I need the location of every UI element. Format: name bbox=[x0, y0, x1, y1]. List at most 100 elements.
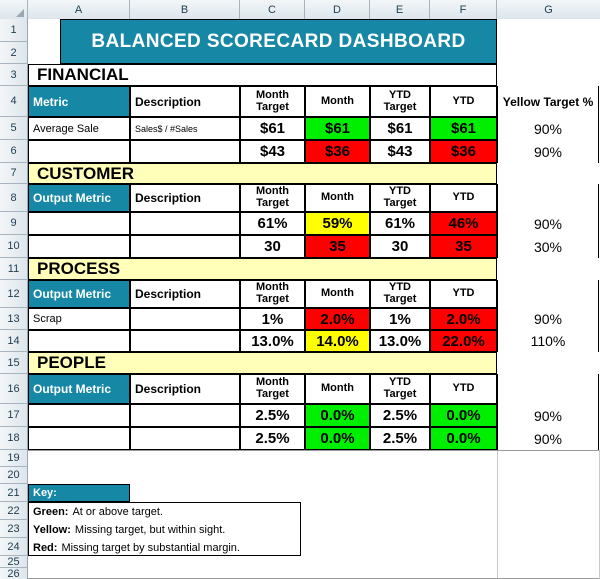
table-cell-description[interactable] bbox=[130, 212, 240, 235]
table-cell-ytd-target[interactable]: 2.5% bbox=[370, 404, 430, 427]
table-cell-ytd-target[interactable]: 1% bbox=[370, 308, 430, 330]
column-header-e[interactable]: E bbox=[370, 0, 430, 19]
row-header-4[interactable]: 4 bbox=[0, 86, 28, 117]
row-header-14[interactable]: 14 bbox=[0, 330, 28, 352]
table-cell-month[interactable]: 0.0% bbox=[305, 404, 370, 427]
table-cell-ytd[interactable]: 0.0% bbox=[430, 404, 497, 427]
table-cell-month-target[interactable]: 30 bbox=[240, 235, 305, 258]
row-header-25[interactable]: 25 bbox=[0, 556, 28, 568]
row-header-9[interactable]: 9 bbox=[0, 212, 28, 235]
row-header-13[interactable]: 13 bbox=[0, 308, 28, 330]
table-cell-month-target[interactable]: 13.0% bbox=[240, 330, 305, 352]
row-header-3[interactable]: 3 bbox=[0, 64, 28, 86]
row-header-10[interactable]: 10 bbox=[0, 235, 28, 258]
row-header-20[interactable]: 20 bbox=[0, 467, 28, 484]
table-cell-ytd[interactable]: 0.0% bbox=[430, 427, 497, 450]
table-cell-month-target[interactable]: 61% bbox=[240, 212, 305, 235]
table-cell-month[interactable]: 35 bbox=[305, 235, 370, 258]
cell-text: $36 bbox=[450, 143, 477, 160]
table-cell-ytd[interactable]: $36 bbox=[430, 140, 497, 163]
column-header-c[interactable]: C bbox=[240, 0, 305, 19]
table-cell-metric[interactable] bbox=[28, 140, 130, 163]
column-header-d[interactable]: D bbox=[305, 0, 370, 19]
row-header-21[interactable]: 21 bbox=[0, 484, 28, 502]
table-cell-ytd-target[interactable]: 13.0% bbox=[370, 330, 430, 352]
table-cell-month[interactable]: 0.0% bbox=[305, 427, 370, 450]
column-header-g[interactable]: G bbox=[497, 0, 600, 19]
select-all-corner[interactable] bbox=[0, 0, 28, 19]
section-band-financial: FINANCIAL bbox=[28, 64, 497, 86]
table-cell-month-target[interactable]: $61 bbox=[240, 117, 305, 140]
column-header-b-span[interactable]: B bbox=[130, 0, 240, 19]
table-cell-metric[interactable] bbox=[28, 235, 130, 258]
table-cell-ytd[interactable]: 22.0% bbox=[430, 330, 497, 352]
table-cell-description[interactable] bbox=[130, 427, 240, 450]
table-cell-metric[interactable]: Scrap bbox=[28, 308, 130, 330]
row-header-24[interactable]: 24 bbox=[0, 538, 28, 556]
table-cell-month[interactable]: $61 bbox=[305, 117, 370, 140]
table-cell-description[interactable] bbox=[130, 404, 240, 427]
key-entry-green-label: Green: bbox=[33, 506, 69, 518]
table-cell-description[interactable] bbox=[130, 235, 240, 258]
header-label-line2: Target bbox=[256, 197, 289, 209]
header-label: Yellow Target % bbox=[502, 94, 594, 109]
blank-cell[interactable] bbox=[497, 280, 599, 308]
table-cell-yellow-target[interactable]: 110% bbox=[497, 330, 599, 352]
table-cell-ytd[interactable]: 46% bbox=[430, 212, 497, 235]
table-cell-metric[interactable] bbox=[28, 330, 130, 352]
table-cell-yellow-target[interactable]: 30% bbox=[497, 235, 599, 258]
row-header-11[interactable]: 11 bbox=[0, 258, 28, 280]
row-header-7[interactable]: 7 bbox=[0, 163, 28, 184]
row-header-6[interactable]: 6 bbox=[0, 140, 28, 163]
blank-cell[interactable] bbox=[497, 374, 599, 404]
row-header-26[interactable]: 26 bbox=[0, 568, 28, 579]
row-header-18[interactable]: 18 bbox=[0, 427, 28, 450]
table-cell-month-target[interactable]: 1% bbox=[240, 308, 305, 330]
row-header-16[interactable]: 16 bbox=[0, 374, 28, 404]
row-header-15[interactable]: 15 bbox=[0, 352, 28, 374]
column-header-a-span[interactable]: A bbox=[28, 0, 130, 19]
table-cell-ytd[interactable]: $61 bbox=[430, 117, 497, 140]
table-cell-description[interactable] bbox=[130, 140, 240, 163]
table-cell-description[interactable] bbox=[130, 308, 240, 330]
table-cell-yellow-target[interactable]: 90% bbox=[497, 117, 599, 140]
table-cell-month[interactable]: 2.0% bbox=[305, 308, 370, 330]
table-cell-ytd-target[interactable]: $61 bbox=[370, 117, 430, 140]
table-cell-yellow-target[interactable]: 90% bbox=[497, 427, 599, 450]
row-header-8[interactable]: 8 bbox=[0, 184, 28, 212]
table-cell-ytd[interactable]: 2.0% bbox=[430, 308, 497, 330]
table-cell-month-target[interactable]: $43 bbox=[240, 140, 305, 163]
table-cell-yellow-target[interactable]: 90% bbox=[497, 212, 599, 235]
table-cell-metric[interactable] bbox=[28, 212, 130, 235]
row-header-5[interactable]: 5 bbox=[0, 117, 28, 140]
table-cell-yellow-target[interactable]: 90% bbox=[497, 140, 599, 163]
column-header-f[interactable]: F bbox=[430, 0, 497, 19]
blank-cell[interactable] bbox=[497, 184, 599, 212]
row-header-19[interactable]: 19 bbox=[0, 450, 28, 467]
table-cell-month[interactable]: $36 bbox=[305, 140, 370, 163]
table-cell-month[interactable]: 59% bbox=[305, 212, 370, 235]
table-cell-month[interactable]: 14.0% bbox=[305, 330, 370, 352]
table-cell-ytd-target[interactable]: 61% bbox=[370, 212, 430, 235]
row-header-22[interactable]: 22 bbox=[0, 502, 28, 520]
row-header-2[interactable]: 2 bbox=[0, 42, 28, 64]
table-cell-description[interactable]: Sales$ / #Sales bbox=[130, 117, 240, 140]
table-cell-month-target[interactable]: 2.5% bbox=[240, 404, 305, 427]
cell-text: 90% bbox=[533, 120, 563, 137]
table-cell-yellow-target[interactable]: 90% bbox=[497, 404, 599, 427]
table-cell-yellow-target[interactable]: 90% bbox=[497, 308, 599, 330]
table-cell-month-target[interactable]: 2.5% bbox=[240, 427, 305, 450]
table-cell-ytd-target[interactable]: 30 bbox=[370, 235, 430, 258]
table-cell-ytd[interactable]: 35 bbox=[430, 235, 497, 258]
row-header-1[interactable]: 1 bbox=[0, 19, 28, 42]
table-cell-description[interactable] bbox=[130, 330, 240, 352]
table-cell-metric[interactable]: Average Sale bbox=[28, 117, 130, 140]
table-cell-metric[interactable] bbox=[28, 404, 130, 427]
table-cell-ytd-target[interactable]: $43 bbox=[370, 140, 430, 163]
row-header-23[interactable]: 23 bbox=[0, 520, 28, 538]
row-header-12[interactable]: 12 bbox=[0, 280, 28, 308]
table-cell-ytd-target[interactable]: 2.5% bbox=[370, 427, 430, 450]
header-label-line2: Target bbox=[256, 293, 289, 305]
row-header-17[interactable]: 17 bbox=[0, 404, 28, 427]
table-cell-metric[interactable] bbox=[28, 427, 130, 450]
